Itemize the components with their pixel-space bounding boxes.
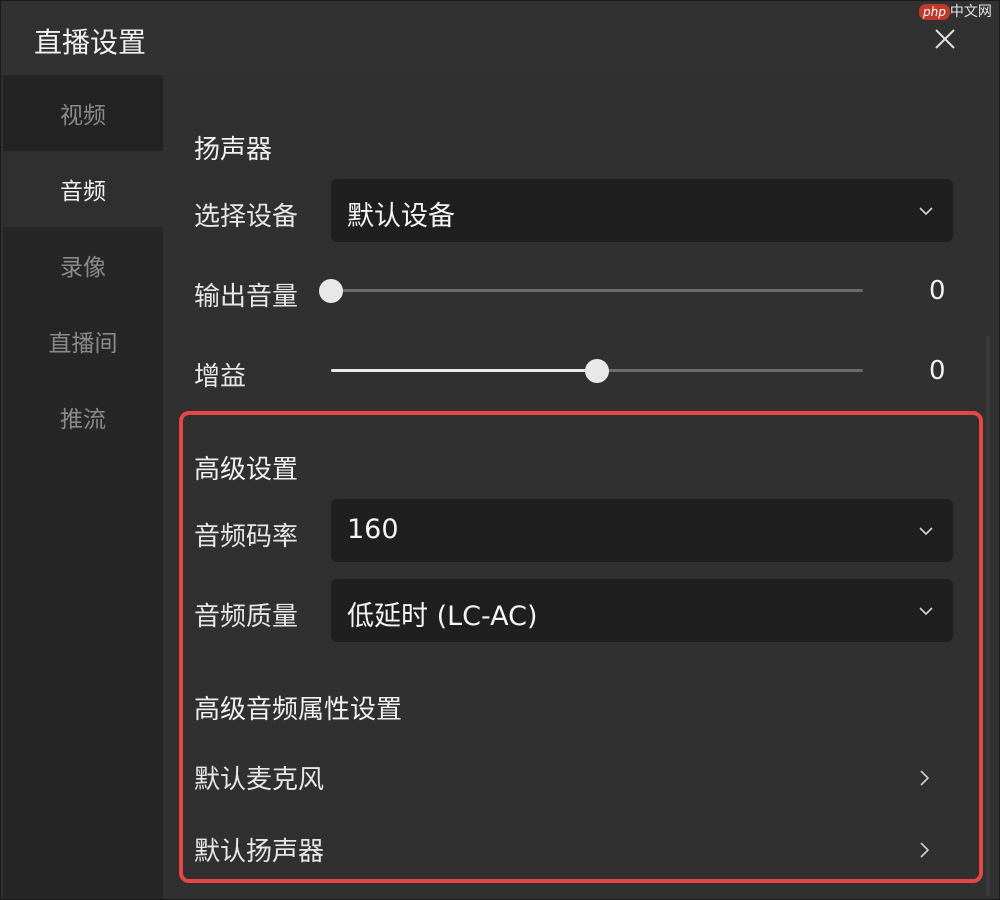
watermark-logo: php 中文网 xyxy=(919,1,992,21)
device-select[interactable]: 默认设备 xyxy=(331,179,953,242)
audio-settings-panel: 扬声器 选择设备 默认设备 输出音量 0 增益 0 高级设置 音频码率 160 xyxy=(163,75,999,899)
sidebar-item-label: 视频 xyxy=(60,103,106,129)
scrollbar[interactable] xyxy=(986,336,990,896)
default-microphone-label: 默认麦克风 xyxy=(194,765,325,795)
sidebar-item-label: 直播间 xyxy=(48,331,118,357)
chevron-down-icon xyxy=(919,527,933,536)
slider-thumb[interactable] xyxy=(319,279,343,303)
default-speaker-label: 默认扬声器 xyxy=(194,837,325,867)
default-speaker-row[interactable]: 默认扬声器 xyxy=(194,831,934,871)
gain-label: 增益 xyxy=(194,362,247,392)
device-label: 选择设备 xyxy=(194,202,299,232)
sidebar-item-label: 推流 xyxy=(60,407,106,433)
advanced-section-title: 高级设置 xyxy=(194,455,299,485)
sidebar-item-label: 音频 xyxy=(60,179,106,205)
slider-track xyxy=(331,289,863,292)
chevron-down-icon xyxy=(919,607,933,616)
default-microphone-row[interactable]: 默认麦克风 xyxy=(194,759,934,799)
sidebar-item-recording[interactable]: 录像 xyxy=(3,227,163,303)
output-volume-label: 输出音量 xyxy=(194,282,299,312)
window-title: 直播设置 xyxy=(34,26,147,59)
sidebar-item-streaming[interactable]: 推流 xyxy=(3,379,163,455)
slider-fill xyxy=(331,369,597,372)
gain-value: 0 xyxy=(929,356,946,386)
bitrate-label: 音频码率 xyxy=(194,522,299,552)
chevron-down-icon xyxy=(919,207,933,216)
watermark-badge: php xyxy=(919,4,950,20)
gain-slider[interactable] xyxy=(331,359,863,383)
output-volume-slider[interactable] xyxy=(319,279,863,303)
settings-window: 直播设置 php 中文网 视频 音频 录像 直播间 推流 扬声器 选择设备 默认… xyxy=(0,0,1000,900)
quality-label: 音频质量 xyxy=(194,602,299,632)
speaker-section-title: 扬声器 xyxy=(194,135,273,165)
audio-properties-title: 高级音频属性设置 xyxy=(194,695,403,725)
bitrate-select-value: 160 xyxy=(347,514,399,545)
close-button[interactable] xyxy=(927,21,963,57)
chevron-right-icon xyxy=(920,770,930,786)
title-bar: 直播设置 php 中文网 xyxy=(1,1,999,75)
quality-select[interactable]: 低延时 (LC-AC) xyxy=(331,579,953,642)
output-volume-value: 0 xyxy=(929,276,946,306)
device-select-value: 默认设备 xyxy=(347,201,455,232)
sidebar-item-label: 录像 xyxy=(60,255,106,281)
sidebar-item-video[interactable]: 视频 xyxy=(3,75,163,151)
sidebar-item-audio[interactable]: 音频 xyxy=(3,151,163,227)
sidebar: 视频 音频 录像 直播间 推流 xyxy=(3,75,163,899)
watermark-text: 中文网 xyxy=(949,4,992,20)
slider-thumb[interactable] xyxy=(585,359,609,383)
close-icon xyxy=(935,29,955,49)
chevron-right-icon xyxy=(920,842,930,858)
bitrate-select[interactable]: 160 xyxy=(331,499,953,562)
highlight-box xyxy=(179,411,983,883)
sidebar-item-live-room[interactable]: 直播间 xyxy=(3,303,163,379)
quality-select-value: 低延时 (LC-AC) xyxy=(347,601,538,632)
